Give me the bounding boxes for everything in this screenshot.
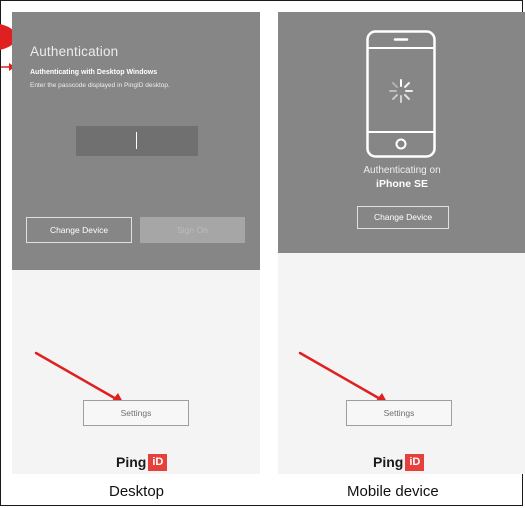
settings-button[interactable]: Settings bbox=[346, 400, 452, 426]
text-caret bbox=[136, 132, 137, 149]
desktop-caption: Desktop bbox=[109, 483, 165, 500]
auth-subtitle: Authenticating with Desktop Windows bbox=[30, 69, 158, 76]
device-name: iPhone SE bbox=[376, 178, 428, 190]
pingid-logo: Ping iD bbox=[373, 454, 425, 471]
authenticating-on-label: Authenticating on bbox=[363, 165, 441, 176]
passcode-input[interactable] bbox=[76, 126, 198, 156]
logo-text: Ping bbox=[373, 454, 404, 470]
mobile-auth-header: Authenticating on iPhone SE Change Devic… bbox=[278, 12, 525, 253]
sign-on-button[interactable]: Sign On bbox=[140, 217, 245, 243]
pingid-logo: Ping iD bbox=[116, 454, 168, 471]
desktop-auth-header: Authentication Authenticating with Deskt… bbox=[12, 12, 260, 270]
desktop-auth-panel: Authentication Authenticating with Deskt… bbox=[12, 12, 260, 474]
settings-button[interactable]: Settings bbox=[83, 400, 189, 426]
auth-instruction: Enter the passcode displayed in PingID d… bbox=[30, 82, 170, 89]
change-device-button[interactable]: Change Device bbox=[26, 217, 132, 243]
auth-title: Authentication bbox=[30, 44, 119, 59]
smartphone-icon bbox=[366, 30, 436, 158]
logo-badge: iD bbox=[148, 454, 168, 471]
mobile-auth-panel: Authenticating on iPhone SE Change Devic… bbox=[278, 12, 525, 474]
mobile-caption: Mobile device bbox=[347, 483, 439, 500]
loading-spinner-icon bbox=[389, 79, 413, 103]
change-device-button[interactable]: Change Device bbox=[357, 206, 449, 229]
logo-text: Ping bbox=[116, 454, 147, 470]
logo-badge: iD bbox=[405, 454, 425, 471]
